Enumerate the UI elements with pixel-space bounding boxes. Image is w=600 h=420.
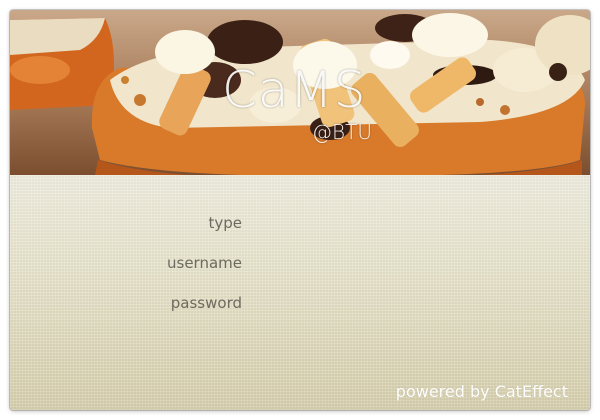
username-label: username xyxy=(167,254,242,272)
powered-by-footer: powered by CatEffect xyxy=(396,382,568,402)
brand-link[interactable]: CatEffect xyxy=(495,382,568,401)
powered-by-text: powered by xyxy=(395,382,495,401)
username-input[interactable] xyxy=(250,251,550,275)
password-row: password xyxy=(10,291,590,315)
type-label: type xyxy=(208,214,242,232)
app-subtitle: @BTU xyxy=(312,120,372,144)
login-form: type username password powered by CatEff… xyxy=(10,175,590,410)
login-window: CaMS @BTU type username password powered… xyxy=(10,10,590,410)
password-label: password xyxy=(170,294,242,312)
type-row: type xyxy=(10,211,590,235)
type-input[interactable] xyxy=(250,211,550,235)
banner: CaMS @BTU xyxy=(10,10,590,175)
username-row: username xyxy=(10,251,590,275)
app-title: CaMS xyxy=(222,61,367,119)
password-input[interactable] xyxy=(250,291,550,315)
